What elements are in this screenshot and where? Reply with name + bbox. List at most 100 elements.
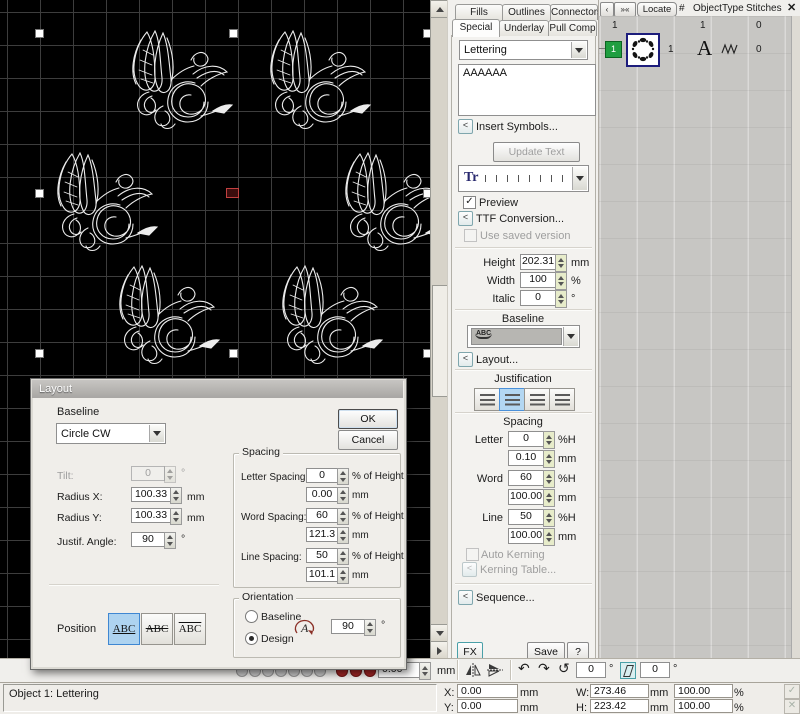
dropdown-arrow-icon[interactable]: [149, 425, 164, 442]
word-mm-spinner[interactable]: [543, 489, 555, 507]
skew-icon[interactable]: [620, 662, 636, 679]
justify-right-button[interactable]: [524, 388, 550, 411]
justify-full-button[interactable]: [549, 388, 575, 411]
letter-mm-spinner[interactable]: [543, 450, 555, 468]
dropdown-arrow-icon[interactable]: [563, 327, 578, 346]
letter-mm-field[interactable]: 0.10: [508, 450, 544, 466]
collapse-all-button[interactable]: »«: [614, 2, 636, 17]
tab-fills[interactable]: Fills: [455, 4, 503, 20]
height-spinner[interactable]: [555, 254, 567, 272]
tab-outlines[interactable]: Outlines: [502, 4, 551, 20]
dropdown-arrow-icon[interactable]: [572, 167, 587, 190]
object-list-area[interactable]: [598, 16, 800, 658]
tilt-spinner[interactable]: [164, 466, 176, 483]
selection-handle[interactable]: [229, 349, 238, 358]
ttf-conversion-label[interactable]: TTF Conversion...: [476, 213, 564, 225]
radius-x-spinner[interactable]: [170, 487, 182, 504]
dialog-titlebar[interactable]: Layout: [32, 380, 403, 398]
offset-spinner[interactable]: [419, 662, 431, 680]
line-mm-field[interactable]: 100.00: [508, 528, 544, 544]
word-spacing-pct-field[interactable]: 60: [306, 508, 338, 523]
position-baseline-above-button[interactable]: ABC: [174, 613, 206, 645]
radius-y-field[interactable]: 100.33: [131, 508, 171, 523]
color-badge[interactable]: 1: [605, 41, 622, 58]
confirm-button[interactable]: ✓: [784, 684, 800, 699]
line-pct-spinner[interactable]: [543, 509, 555, 527]
use-saved-version-checkbox[interactable]: [464, 229, 477, 242]
object-thumbnail[interactable]: [626, 33, 660, 67]
mirror-vertical-icon[interactable]: [486, 662, 504, 678]
rotate-icon[interactable]: ↺: [558, 662, 570, 674]
justify-center-button[interactable]: [499, 388, 525, 411]
justif-angle-spinner[interactable]: [164, 532, 176, 549]
tab-pull-comp[interactable]: Pull Comp: [548, 20, 597, 36]
italic-field[interactable]: 0: [520, 290, 556, 306]
object-type-dropdown[interactable]: Lettering: [459, 40, 588, 60]
width-field[interactable]: 100: [520, 272, 556, 288]
letter-spacing-mm-field[interactable]: 0.00: [306, 487, 338, 502]
selection-handle[interactable]: [35, 189, 44, 198]
position-baseline-middle-button[interactable]: ABC: [141, 613, 173, 645]
radius-x-field[interactable]: 100.33: [131, 487, 171, 502]
width-spinner[interactable]: [555, 272, 567, 290]
layout-label[interactable]: Layout...: [476, 354, 518, 366]
tilt-field[interactable]: 0: [131, 466, 165, 481]
baseline-dropdown[interactable]: ABC: [467, 325, 580, 348]
locate-button[interactable]: Locate: [637, 2, 677, 17]
word-spacing-pct-spinner[interactable]: [337, 508, 349, 525]
sequence-label[interactable]: Sequence...: [476, 592, 535, 604]
w-percent-field[interactable]: 100.00: [674, 684, 733, 698]
word-spacing-mm-spinner[interactable]: [337, 527, 349, 544]
cancel-transform-button[interactable]: ✕: [784, 699, 800, 714]
word-pct-spinner[interactable]: [543, 470, 555, 488]
line-spacing-mm-field[interactable]: 101.1: [306, 567, 338, 582]
baseline-center-marker[interactable]: [226, 188, 239, 198]
dialog-baseline-dropdown[interactable]: Circle CW: [56, 423, 166, 444]
panel-collapse-button[interactable]: ‹: [600, 2, 614, 17]
word-pct-field[interactable]: 60: [508, 470, 544, 486]
position-baseline-below-button[interactable]: ABC: [108, 613, 140, 645]
scrollbar-thumb[interactable]: [432, 285, 448, 397]
justify-left-button[interactable]: [474, 388, 500, 411]
cancel-button[interactable]: Cancel: [338, 430, 398, 450]
dropdown-arrow-icon[interactable]: [571, 42, 586, 58]
rotate-cw-icon[interactable]: ↷: [538, 662, 550, 674]
layout-expand-button[interactable]: <: [458, 352, 473, 367]
insert-symbols-label[interactable]: Insert Symbols...: [476, 121, 558, 133]
sequence-expand-button[interactable]: <: [458, 590, 473, 605]
height-field[interactable]: 202.31: [520, 254, 556, 270]
rotate-angle-field[interactable]: 0: [576, 662, 606, 678]
letter-spacing-pct-spinner[interactable]: [337, 468, 349, 485]
object-list-scrollbar[interactable]: [791, 16, 800, 658]
ttf-conversion-expand-button[interactable]: <: [458, 211, 473, 226]
orientation-angle-spinner[interactable]: [364, 619, 376, 636]
preview-checkbox[interactable]: ✓: [463, 196, 476, 209]
y-field[interactable]: 0.00: [457, 699, 518, 713]
tab-connectors[interactable]: Connectors: [550, 4, 598, 20]
tab-special[interactable]: Special: [452, 19, 500, 37]
line-spacing-pct-field[interactable]: 50: [306, 548, 338, 563]
letter-pct-field[interactable]: 0: [508, 431, 544, 447]
panel-close-icon[interactable]: ✕: [787, 2, 796, 14]
radius-y-spinner[interactable]: [170, 508, 182, 525]
orientation-design-radio[interactable]: [245, 632, 258, 645]
selection-handle[interactable]: [35, 349, 44, 358]
kerning-table-expand-button[interactable]: <: [462, 562, 477, 577]
line-spacing-mm-spinner[interactable]: [337, 567, 349, 584]
selection-handle[interactable]: [229, 29, 238, 38]
ok-button[interactable]: OK: [338, 409, 398, 429]
auto-kerning-checkbox[interactable]: [466, 548, 479, 561]
selection-handle[interactable]: [35, 29, 44, 38]
font-dropdown[interactable]: Tr: [458, 165, 589, 192]
orientation-baseline-radio[interactable]: [245, 610, 258, 623]
line-spacing-pct-spinner[interactable]: [337, 548, 349, 565]
skew-angle-field[interactable]: 0: [640, 662, 670, 678]
line-pct-field[interactable]: 50: [508, 509, 544, 525]
rotate-ccw-icon[interactable]: ↶: [518, 662, 530, 674]
lettering-text-input[interactable]: AAAAAA: [458, 64, 596, 116]
h-percent-field[interactable]: 100.00: [674, 699, 733, 713]
mirror-horizontal-icon[interactable]: [464, 662, 482, 678]
line-mm-spinner[interactable]: [543, 528, 555, 546]
w-field[interactable]: 273.46: [590, 684, 649, 698]
x-field[interactable]: 0.00: [457, 684, 518, 698]
